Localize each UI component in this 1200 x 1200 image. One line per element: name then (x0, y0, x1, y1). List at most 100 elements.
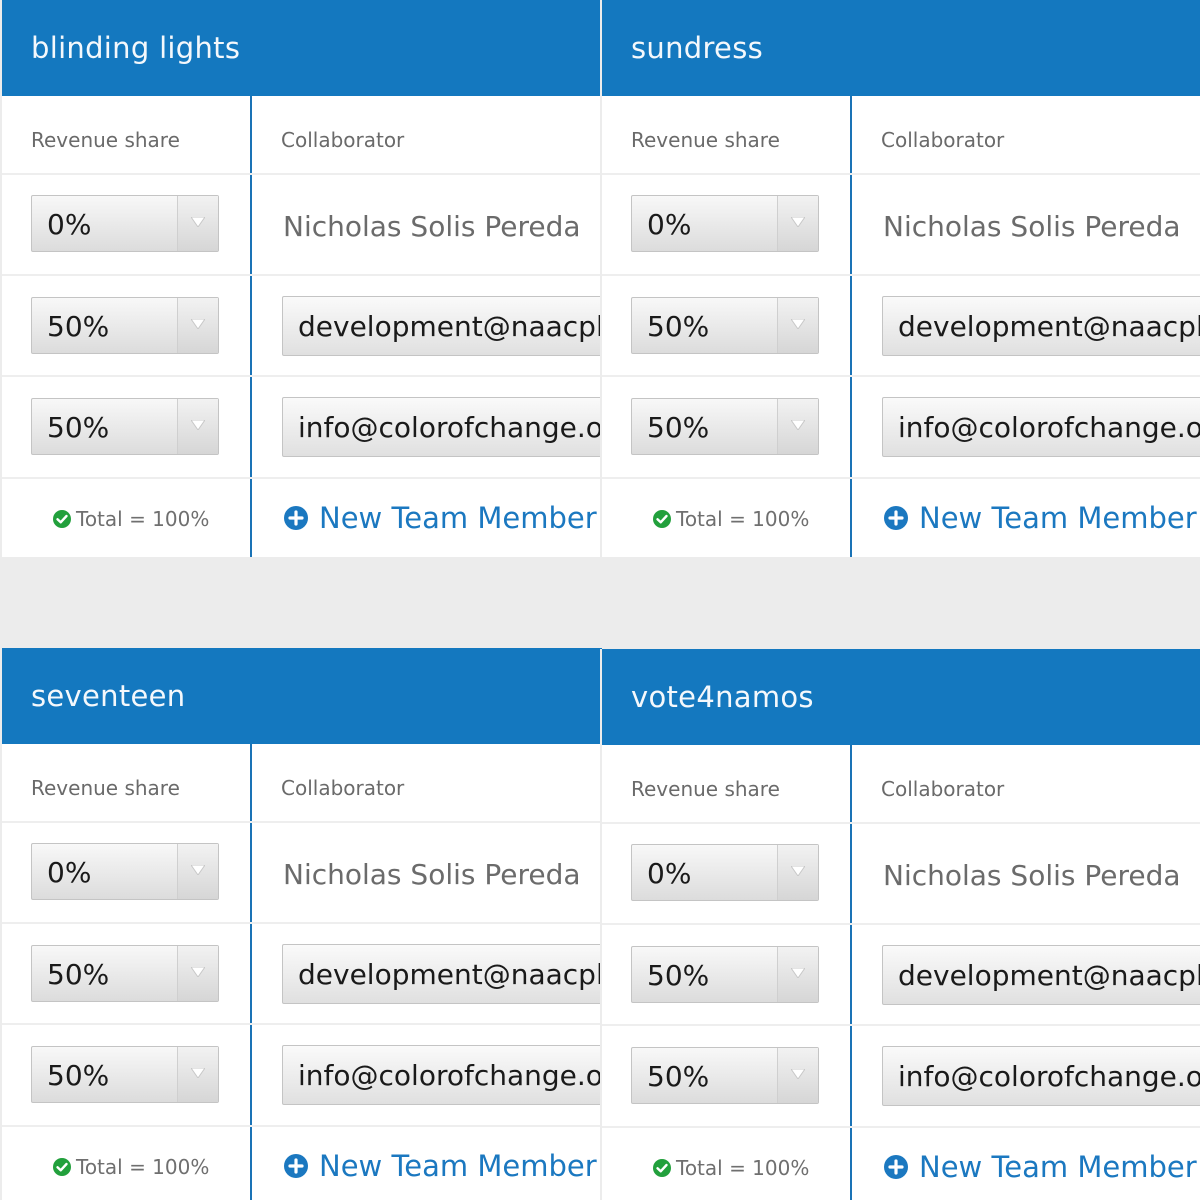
row-divider (2, 1125, 602, 1127)
revenue-share-select[interactable]: 50% (31, 945, 219, 1002)
collaborator-email-input[interactable]: info@colorofchange.org (282, 1045, 602, 1105)
collaborator-email-value: info@colorofchange.org (298, 411, 602, 444)
row-divider (2, 375, 602, 377)
revenue-share-select[interactable]: 50% (631, 1047, 819, 1104)
revenue-share-select[interactable]: 50% (631, 946, 819, 1003)
card-header: blinding lights (2, 0, 602, 96)
collaborator-name: Nicholas Solis Pereda (283, 210, 581, 243)
collaborator-email-input[interactable]: development@naacpldf.org (882, 945, 1200, 1005)
plus-circle-icon (284, 506, 308, 530)
row-divider (602, 822, 1200, 824)
column-divider (850, 745, 852, 1200)
revenue-share-value: 0% (47, 856, 92, 889)
collaborator-email-input[interactable]: info@colorofchange.org (882, 1046, 1200, 1106)
revenue-share-header: Revenue share (31, 128, 180, 152)
dropdown-toggle[interactable] (777, 196, 818, 251)
row-divider (602, 375, 1200, 377)
collaborator-email-input[interactable]: development@naacpldf.org (282, 944, 602, 1004)
collaborator-email-value: development@naacpldf.org (298, 958, 602, 991)
new-team-member-button[interactable]: New Team Member (883, 1150, 1197, 1184)
new-team-member-label: New Team Member (319, 501, 597, 535)
dropdown-toggle[interactable] (777, 1048, 818, 1103)
total-label: Total = 100% (76, 507, 210, 531)
triangle-down-icon (191, 1068, 205, 1078)
revenue-share-select[interactable]: 0% (31, 195, 219, 252)
check-circle-icon (653, 510, 671, 528)
new-team-member-label: New Team Member (319, 1149, 597, 1183)
revenue-share-value: 50% (647, 411, 710, 444)
new-team-member-button[interactable]: New Team Member (283, 1149, 597, 1183)
revenue-share-select[interactable]: 0% (631, 195, 819, 252)
collaborator-email-value: development@naacpldf.org (898, 959, 1200, 992)
total-label: Total = 100% (676, 1156, 810, 1180)
row-divider (602, 1024, 1200, 1026)
column-divider (250, 96, 252, 557)
row-divider (602, 274, 1200, 276)
dropdown-toggle[interactable] (177, 399, 218, 454)
row-divider (2, 477, 602, 479)
total-label: Total = 100% (76, 1155, 210, 1179)
new-team-member-label: New Team Member (919, 501, 1197, 535)
dropdown-toggle[interactable] (777, 298, 818, 353)
row-divider (2, 922, 602, 924)
revenue-share-select[interactable]: 50% (31, 1046, 219, 1103)
triangle-down-icon (191, 420, 205, 430)
dropdown-toggle[interactable] (777, 845, 818, 900)
revenue-share-value: 50% (47, 310, 110, 343)
revenue-share-select[interactable]: 50% (31, 297, 219, 354)
row-divider (602, 173, 1200, 175)
dropdown-toggle[interactable] (177, 1047, 218, 1102)
column-divider (250, 744, 252, 1200)
dropdown-toggle[interactable] (177, 196, 218, 251)
collaborator-email-value: info@colorofchange.org (898, 1060, 1200, 1093)
total-status: Total = 100% (652, 1156, 809, 1180)
revenue-share-value: 50% (47, 958, 110, 991)
collaborator-email-input[interactable]: development@naacpldf.org (282, 296, 602, 356)
total-status: Total = 100% (52, 1155, 209, 1179)
new-team-member-button[interactable]: New Team Member (883, 501, 1197, 535)
dropdown-toggle[interactable] (177, 844, 218, 899)
card-title: vote4namos (631, 680, 814, 714)
dropdown-toggle[interactable] (177, 946, 218, 1001)
triangle-down-icon (191, 319, 205, 329)
revenue-share-header: Revenue share (31, 776, 180, 800)
revenue-share-select[interactable]: 0% (631, 844, 819, 901)
triangle-down-icon (191, 865, 205, 875)
triangle-down-icon (791, 866, 805, 876)
triangle-down-icon (191, 967, 205, 977)
card-header: seventeen (2, 648, 602, 744)
collaborator-email-input[interactable]: info@colorofchange.org (882, 397, 1200, 457)
column-divider (850, 96, 852, 557)
collaborator-email-input[interactable]: development@naacpldf.org (882, 296, 1200, 356)
revenue-share-select[interactable]: 50% (631, 398, 819, 455)
split-card: seventeen Revenue share Collaborator 0% … (0, 648, 602, 1200)
check-circle-icon (653, 1159, 671, 1177)
check-circle-icon (53, 1158, 71, 1176)
new-team-member-button[interactable]: New Team Member (283, 501, 597, 535)
dropdown-toggle[interactable] (177, 298, 218, 353)
total-status: Total = 100% (52, 507, 209, 531)
check-circle-icon (53, 510, 71, 528)
new-team-member-label: New Team Member (919, 1150, 1197, 1184)
card-title: sundress (631, 31, 764, 65)
revenue-share-value: 50% (47, 1059, 110, 1092)
collaborator-email-value: development@naacpldf.org (898, 310, 1200, 343)
collaborator-header: Collaborator (881, 777, 1005, 801)
revenue-share-value: 0% (647, 857, 692, 890)
triangle-down-icon (191, 217, 205, 227)
revenue-share-select[interactable]: 0% (31, 843, 219, 900)
revenue-share-value: 0% (47, 208, 92, 241)
revenue-share-select[interactable]: 50% (31, 398, 219, 455)
triangle-down-icon (791, 968, 805, 978)
card-header: sundress (602, 0, 1200, 96)
dropdown-toggle[interactable] (777, 399, 818, 454)
revenue-share-header: Revenue share (631, 128, 780, 152)
revenue-share-value: 50% (647, 310, 710, 343)
dropdown-toggle[interactable] (777, 947, 818, 1002)
total-status: Total = 100% (652, 507, 809, 531)
card-header: vote4namos (602, 649, 1200, 745)
collaborator-email-input[interactable]: info@colorofchange.org (282, 397, 602, 457)
revenue-share-value: 50% (647, 959, 710, 992)
revenue-share-select[interactable]: 50% (631, 297, 819, 354)
plus-circle-icon (284, 1154, 308, 1178)
